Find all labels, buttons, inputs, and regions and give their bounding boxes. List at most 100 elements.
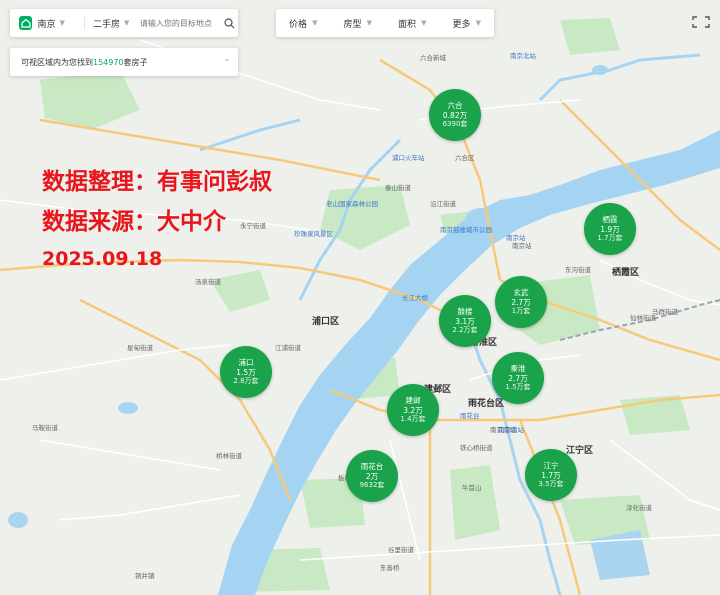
district-name: 六合 — [447, 101, 463, 111]
poi-label: 老山国家森林公园 — [326, 199, 378, 208]
result-prefix: 可视区域内为您找到 — [21, 57, 93, 67]
district-count: 1.4万套 — [400, 415, 426, 423]
poi-label: 南京站 — [506, 233, 526, 242]
result-suffix: 套房子 — [123, 57, 148, 67]
district-name: 雨花台 — [360, 462, 384, 472]
poi-label: 南京南站 — [498, 425, 525, 434]
watermark-line-1: 数据整理：有事问彭叔 — [42, 169, 272, 195]
listing-type-label: 二手房 — [93, 19, 121, 30]
fullscreen-icon[interactable] — [690, 14, 712, 28]
filter-price[interactable]: 价格 ▼ — [276, 17, 331, 30]
place-label: 铁心桥街道 — [460, 443, 493, 452]
district-count: 2.8万套 — [233, 377, 259, 385]
district-bubble-jianye[interactable]: 建邺 3.2万 1.4万套 — [387, 384, 439, 436]
area-label-yuhuatai: 雨花台区 — [468, 397, 504, 409]
watermark-line-2: 数据来源：大中介 — [42, 209, 226, 235]
search-bar: 南京 ▼ 二手房 ▼ — [10, 9, 238, 37]
district-count: 1.7万套 — [597, 234, 623, 242]
place-label: 南京站 — [512, 241, 532, 250]
chevron-down-icon: ▼ — [59, 19, 65, 27]
chevron-down-icon: ▼ — [475, 19, 481, 27]
result-summary: 可视区域内为您找到154970套房子 ⌃ — [10, 48, 238, 76]
map-canvas[interactable]: 浦口区 建邺区 雨花台区 栖霞区 秦淮区 江宁区 六合新城 沿江街道 泰山街道 … — [0, 0, 720, 595]
filter-room-type[interactable]: 房型 ▼ — [331, 17, 386, 30]
chevron-down-icon: ▼ — [312, 19, 318, 27]
district-count: 1万套 — [511, 307, 531, 315]
district-name: 栖霞 — [602, 215, 618, 225]
district-price: 1.7万 — [541, 470, 561, 480]
district-count: 3.5万套 — [538, 480, 564, 488]
district-price: 2万 — [365, 471, 379, 481]
district-bubble-qinhuai[interactable]: 秦淮 2.7万 1.5万套 — [492, 352, 544, 404]
district-price: 0.82万 — [442, 110, 468, 120]
district-bubble-pukou[interactable]: 浦口 1.5万 2.8万套 — [220, 346, 272, 398]
place-label: 东沟街道 — [565, 265, 592, 274]
poi-label: 南京北站 — [510, 51, 537, 60]
filter-more[interactable]: 更多 ▼ — [440, 17, 495, 30]
district-name: 浦口 — [238, 358, 254, 368]
district-bubble-xuanwu[interactable]: 玄武 2.7万 1万套 — [495, 276, 547, 328]
place-label: 牛首山 — [462, 483, 482, 492]
place-label: 桥林街道 — [216, 451, 243, 460]
chevron-down-icon: ▼ — [124, 19, 130, 27]
area-label-pukou: 浦口区 — [312, 315, 339, 327]
district-bubble-yuhuatai[interactable]: 雨花台 2万 9632套 — [346, 450, 398, 502]
search-icon[interactable] — [222, 17, 238, 29]
place-label: 谷里街道 — [388, 545, 415, 554]
place-label: 六合新城 — [420, 53, 447, 62]
place-label: 永宁街道 — [240, 221, 267, 230]
filter-label: 更多 — [452, 19, 471, 30]
district-count: 1.5万套 — [505, 383, 531, 391]
place-label: 星甸街道 — [127, 343, 154, 352]
place-label: 六合区 — [455, 153, 475, 162]
district-price: 3.2万 — [403, 405, 423, 415]
district-price: 2.7万 — [508, 373, 528, 383]
poi-label: 南京鼓楼城市公园 — [440, 225, 492, 234]
poi-label: 雨花台 — [460, 411, 480, 420]
district-name: 建邺 — [405, 396, 421, 406]
listing-type-selector[interactable]: 二手房 ▼ — [84, 16, 136, 30]
filter-label: 房型 — [343, 19, 362, 30]
district-count: 6390套 — [442, 120, 468, 128]
city-selector[interactable]: 南京 ▼ — [38, 17, 84, 30]
place-label: 泰山街道 — [385, 183, 412, 192]
poi-label: 珍珠泉风景区 — [294, 229, 334, 238]
poi-label: 长江大桥 — [402, 293, 429, 302]
district-bubble-gulou[interactable]: 鼓楼 3.1万 2.2万套 — [439, 295, 491, 347]
home-icon[interactable] — [19, 16, 32, 30]
city-label: 南京 — [37, 19, 56, 30]
result-summary-text: 可视区域内为您找到154970套房子 — [10, 57, 216, 68]
district-bubble-qixia[interactable]: 栖霞 1.9万 1.7万套 — [584, 203, 636, 255]
search-input[interactable] — [135, 12, 222, 34]
district-price: 1.5万 — [236, 367, 256, 377]
district-count: 9632套 — [359, 481, 385, 489]
district-name: 秦淮 — [510, 364, 526, 374]
place-label: 淳化街道 — [626, 503, 653, 512]
place-label: 马鞍街道 — [32, 423, 59, 432]
district-count: 2.2万套 — [452, 326, 478, 334]
district-name: 玄武 — [513, 288, 529, 298]
district-bubble-jiangning[interactable]: 江宁 1.7万 3.5万套 — [525, 449, 577, 501]
place-label: 江浦街道 — [275, 343, 302, 352]
place-label: 沿江街道 — [430, 199, 457, 208]
district-price: 3.1万 — [455, 316, 475, 326]
watermark-date: 2025.09.18 — [42, 248, 163, 270]
chevron-up-icon[interactable]: ⌃ — [216, 58, 238, 67]
district-price: 1.9万 — [600, 224, 620, 234]
chevron-down-icon: ▼ — [421, 19, 427, 27]
district-price: 2.7万 — [511, 297, 531, 307]
area-label-qixia: 栖霞区 — [612, 266, 639, 278]
result-count: 154970 — [93, 57, 124, 67]
place-label: 东善桥 — [380, 563, 400, 572]
district-bubble-luhe[interactable]: 六合 0.82万 6390套 — [429, 89, 481, 141]
filter-label: 面积 — [398, 19, 417, 30]
area-label-jiangning: 江宁区 — [566, 444, 593, 456]
place-label: 汤泉街道 — [195, 277, 222, 286]
filter-label: 价格 — [289, 19, 308, 30]
place-label: 铜井镇 — [135, 571, 155, 580]
filter-area[interactable]: 面积 ▼ — [385, 17, 440, 30]
place-label: 马群街道 — [652, 307, 679, 316]
filter-bar: 价格 ▼ 房型 ▼ 面积 ▼ 更多 ▼ — [276, 9, 494, 37]
chevron-down-icon: ▼ — [366, 19, 372, 27]
district-name: 鼓楼 — [457, 307, 473, 317]
